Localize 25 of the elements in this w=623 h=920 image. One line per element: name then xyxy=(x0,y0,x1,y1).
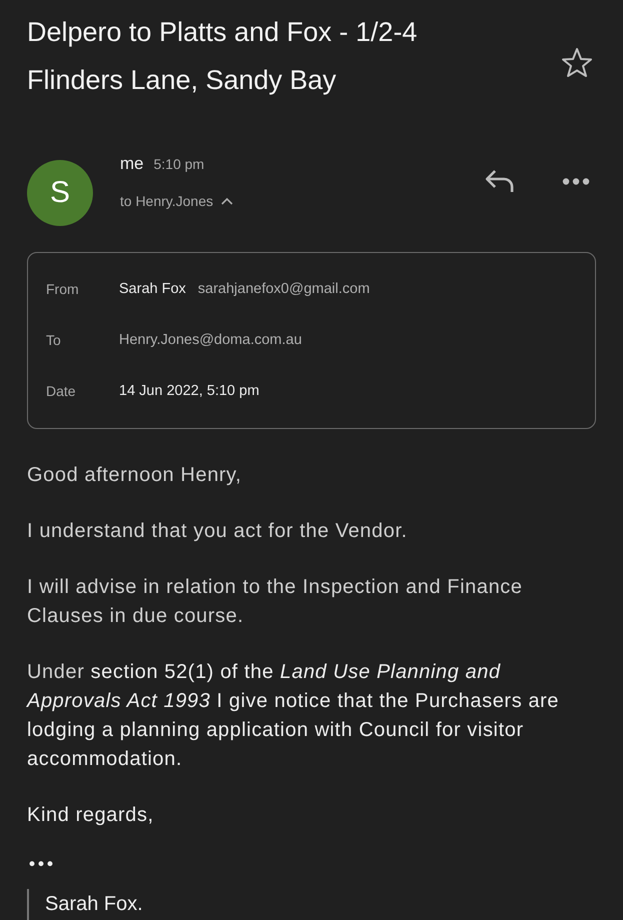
message-paragraph: Kind regards, xyxy=(27,803,155,828)
signature: Sarah Fox. xyxy=(45,893,143,915)
message-paragraph: I will advise in relation to the Inspection and Finance Clauses in due course. xyxy=(27,575,524,629)
caret-icon xyxy=(221,197,234,205)
show-quoted-button[interactable]: ••• xyxy=(27,855,54,875)
message-paragraph: Good afternoon Henry, xyxy=(27,463,243,488)
message-paragraph: I understand that you act for the Vendor. xyxy=(27,519,408,544)
email-address: Henry.Jones@doma.com.au xyxy=(119,332,302,348)
more-icon xyxy=(562,178,590,184)
reply-button[interactable] xyxy=(484,168,516,194)
field-label: To xyxy=(46,332,62,348)
field-label: Date xyxy=(46,382,77,398)
email-subject: Delpero to Platts and Fox - 1/2-4 Flinders Lane, Sandy Bay xyxy=(27,16,418,97)
sent-time: 5:10 pm xyxy=(154,156,204,172)
star-button[interactable] xyxy=(560,46,594,80)
field-value: Sarah Fox xyxy=(119,280,186,296)
email-address: sarahjanefox0@gmail.com xyxy=(198,280,370,296)
sender-name: me xyxy=(120,154,144,174)
avatar: S xyxy=(27,160,93,226)
field-label: From xyxy=(46,280,80,296)
message-paragraph: Under section 52(1) of the Land Use Planning and Approvals Act 1993 I give notice that the Purchasers are lodging a planning application with Council for visitor accommodation. xyxy=(27,660,560,772)
star-icon xyxy=(560,46,594,80)
field-value: 14 Jun 2022, 5:10 pm xyxy=(119,382,260,398)
recipients-text: to Henry.Jones xyxy=(120,193,214,209)
reply-icon xyxy=(484,168,516,194)
